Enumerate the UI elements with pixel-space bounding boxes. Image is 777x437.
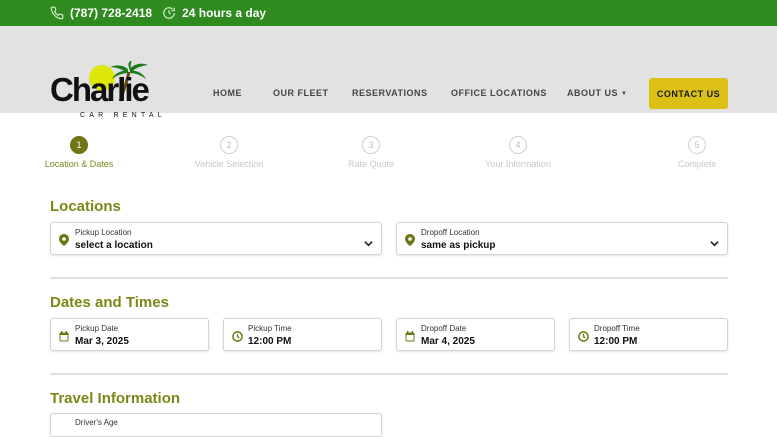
map-pin-icon	[405, 233, 415, 246]
nav-reservations[interactable]: RESERVATIONS	[352, 88, 428, 98]
pickup-date-field[interactable]: Pickup Date Mar 3, 2025	[50, 318, 209, 351]
section-divider	[50, 373, 728, 375]
field-value: select a location	[75, 240, 153, 251]
travel-heading: Travel Information	[50, 390, 181, 407]
nav-our-fleet[interactable]: OUR FLEET	[273, 88, 329, 98]
dropoff-date-field[interactable]: Dropoff Date Mar 4, 2025	[396, 318, 555, 351]
dropoff-location-select[interactable]: Dropoff Location same as pickup	[396, 222, 728, 255]
dates-heading: Dates and Times	[50, 294, 169, 311]
map-pin-icon	[59, 233, 69, 246]
field-label: Pickup Date	[75, 324, 119, 333]
field-value: 12:00 PM	[594, 336, 638, 347]
step-your-information: 4 Your Information	[458, 136, 578, 169]
step-location-dates: 1 Location & Dates	[19, 136, 139, 169]
field-label: Pickup Time	[248, 324, 292, 333]
step-label: Complete	[677, 159, 717, 169]
step-label: Vehicle Selection	[194, 159, 264, 169]
step-number: 5	[688, 136, 706, 154]
caret-down-icon: ▼	[621, 91, 628, 97]
step-number: 4	[509, 136, 527, 154]
step-number: 1	[70, 136, 88, 154]
contact-us-button[interactable]: CONTACT US	[649, 78, 728, 109]
field-label: Dropoff Location	[421, 228, 480, 237]
field-value: Mar 4, 2025	[421, 336, 475, 347]
site-header: Charlie CAR RENTAL HOME OUR FLEET RESERV…	[0, 26, 777, 119]
field-value: 12:00 PM	[248, 336, 292, 347]
hours-info: 24 hours a day	[162, 6, 266, 20]
hours-text: 24 hours a day	[182, 6, 267, 20]
step-label: Rate Quote	[347, 159, 395, 169]
step-complete: 5 Complete	[637, 136, 757, 169]
pickup-location-select[interactable]: Pickup Location select a location	[50, 222, 382, 255]
step-vehicle-selection: 2 Vehicle Selection	[169, 136, 289, 169]
calendar-icon	[59, 329, 69, 342]
chevron-down-icon	[710, 235, 719, 247]
step-number: 2	[220, 136, 238, 154]
phone-icon	[50, 6, 64, 20]
nav-about-us[interactable]: ABOUT US ▼	[567, 88, 627, 98]
field-value: Mar 3, 2025	[75, 336, 129, 347]
calendar-icon	[405, 329, 415, 342]
step-number: 3	[362, 136, 380, 154]
nav-home[interactable]: HOME	[213, 88, 242, 98]
pickup-time-field[interactable]: Pickup Time 12:00 PM	[223, 318, 382, 351]
top-contact-bar: (787) 728-2418 24 hours a day	[0, 0, 777, 26]
step-label: Location & Dates	[44, 159, 114, 169]
svg-text:CAR RENTAL: CAR RENTAL	[80, 112, 166, 119]
section-divider	[50, 277, 728, 279]
locations-heading: Locations	[50, 198, 121, 215]
dropoff-time-field[interactable]: Dropoff Time 12:00 PM	[569, 318, 728, 351]
clock-icon	[578, 329, 589, 342]
phone-number: (787) 728-2418	[70, 6, 153, 20]
drivers-age-field[interactable]: Driver's Age	[50, 413, 382, 437]
clock-icon	[232, 329, 243, 342]
booking-progress: 1 Location & Dates 2 Vehicle Selection 3…	[0, 136, 777, 176]
phone-link[interactable]: (787) 728-2418	[50, 6, 152, 20]
nav-about-us-label: ABOUT US	[567, 88, 618, 98]
field-label: Dropoff Date	[421, 324, 467, 333]
field-label: Pickup Location	[75, 228, 132, 237]
field-value: same as pickup	[421, 240, 496, 251]
field-label: Dropoff Time	[594, 324, 640, 333]
clock-icon	[162, 6, 176, 20]
step-rate-quote: 3 Rate Quote	[311, 136, 431, 169]
nav-office-locations[interactable]: OFFICE LOCATIONS	[451, 88, 547, 98]
step-label: Your Information	[485, 159, 551, 169]
chevron-down-icon	[364, 235, 373, 247]
